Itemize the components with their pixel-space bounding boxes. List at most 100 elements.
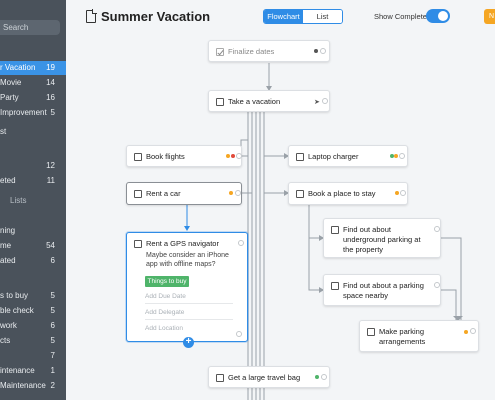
- node-rent-a-car[interactable]: Rent a car: [126, 182, 242, 205]
- checkbox[interactable]: [296, 153, 304, 161]
- checkbox[interactable]: [134, 190, 142, 198]
- connect-handle[interactable]: [238, 240, 244, 246]
- connector-line: [240, 139, 248, 156]
- sidebar-item-count: 7: [50, 351, 55, 360]
- checkbox[interactable]: [134, 153, 142, 161]
- add-due-date-field[interactable]: Add Due Date: [145, 291, 233, 304]
- sidebar-item-completed[interactable]: eted 11: [0, 174, 66, 188]
- node-label: Finalize dates: [228, 47, 275, 56]
- sidebar-item-label: intenance: [0, 366, 35, 375]
- checkbox[interactable]: [216, 48, 224, 56]
- sidebar-item-label: ated: [0, 256, 16, 265]
- sidebar-item-label: Improvement: [0, 108, 47, 117]
- sidebar-item-maintenance[interactable]: intenance 1: [0, 364, 66, 378]
- sidebar-item-movie[interactable]: Movie 14: [0, 76, 66, 90]
- sidebar-item-label: r Vacation: [0, 63, 36, 72]
- sidebar-item-summer-vacation[interactable]: r Vacation 19: [0, 61, 66, 75]
- node-laptop-charger[interactable]: Laptop charger: [288, 145, 408, 167]
- node-label: Rent a GPS navigator: [146, 239, 219, 248]
- connect-handle[interactable]: [320, 48, 326, 54]
- checkbox[interactable]: [331, 282, 339, 290]
- sidebar-item-count: 54: [46, 241, 55, 250]
- tag-things-to-buy[interactable]: Things to buy: [145, 276, 189, 287]
- node-label: Take a vacation: [228, 97, 281, 106]
- sidebar-item-work[interactable]: work 6: [0, 319, 66, 333]
- priority-dot: [395, 191, 399, 195]
- priority-dot: [229, 191, 233, 195]
- search-input[interactable]: Search: [0, 20, 60, 35]
- connector-line: [308, 238, 321, 291]
- node-underground-parking[interactable]: Find out about underground parking at th…: [323, 218, 441, 258]
- connect-handle[interactable]: [399, 153, 405, 159]
- node-rent-a-gps-navigator[interactable]: Rent a GPS navigator Maybe consider an i…: [126, 232, 248, 348]
- connector-line: [441, 237, 462, 320]
- sidebar-item-label: cts: [0, 336, 11, 345]
- connector-line: [308, 205, 321, 239]
- sidebar-item-count: 19: [46, 63, 55, 72]
- add-delegate-field[interactable]: Add Delegate: [145, 307, 233, 320]
- sidebar-item-home[interactable]: me 54: [0, 239, 66, 253]
- priority-dot: [394, 154, 398, 158]
- sidebar-item-label: st: [0, 127, 7, 136]
- node-book-flights[interactable]: Book flights: [126, 145, 242, 167]
- node-get-a-large-travel-bag[interactable]: Get a large travel bag: [208, 366, 330, 388]
- sidebar-section-lists: Lists: [0, 194, 66, 208]
- sidebar-item-party[interactable]: Party 16: [0, 91, 66, 105]
- node-label: Get a large travel bag: [228, 373, 301, 382]
- checkbox[interactable]: [216, 98, 224, 106]
- search-placeholder: Search: [3, 23, 29, 32]
- connect-handle[interactable]: [434, 226, 440, 232]
- sidebar-item-planning[interactable]: ning: [0, 224, 66, 238]
- sidebar-item-car-maintenance[interactable]: Maintenance 2: [0, 379, 66, 393]
- sidebar-item-delegated[interactable]: ated 6: [0, 254, 66, 268]
- resize-handle[interactable]: [236, 331, 242, 337]
- sidebar-item-label: Party: [0, 93, 19, 102]
- sidebar-item-count: 5: [50, 336, 55, 345]
- sidebar-item-double-check[interactable]: ble check 5: [0, 304, 66, 318]
- sidebar-item-label: Maintenance: [0, 381, 46, 390]
- sidebar-item-count: 14: [46, 78, 55, 87]
- sidebar-item-all[interactable]: 12: [0, 159, 66, 173]
- checkbox[interactable]: [367, 328, 375, 336]
- sidebar-item-label: work: [0, 321, 17, 330]
- node-make-parking-arrangements[interactable]: Make parking arrangements: [359, 320, 479, 352]
- location-arrow-icon: ➤: [314, 99, 320, 106]
- node-take-a-vacation[interactable]: Take a vacation ➤: [208, 90, 330, 112]
- connect-handle[interactable]: [322, 98, 328, 104]
- checkbox[interactable]: [331, 226, 339, 234]
- sidebar-item-list[interactable]: st: [0, 125, 66, 139]
- connect-handle[interactable]: [321, 374, 327, 380]
- priority-dot: [464, 330, 468, 334]
- sidebar-item-count: 5: [50, 108, 55, 117]
- checkbox[interactable]: [216, 374, 224, 382]
- checkbox[interactable]: [296, 190, 304, 198]
- add-subtask-icon[interactable]: +: [183, 337, 194, 348]
- sidebar-item-count: 1: [50, 366, 55, 375]
- connect-handle[interactable]: [470, 328, 476, 334]
- node-note[interactable]: Maybe consider an iPhone app with offlin…: [146, 251, 242, 269]
- node-finalize-dates[interactable]: Finalize dates: [208, 40, 330, 62]
- connect-handle[interactable]: [434, 282, 440, 288]
- node-label: Rent a car: [146, 189, 181, 198]
- node-book-a-place-to-stay[interactable]: Book a place to stay: [288, 182, 408, 205]
- flowchart-canvas[interactable]: Summer Vacation Flowchart List Show Comp…: [66, 0, 495, 400]
- sidebar-item-label: ble check: [0, 306, 34, 315]
- add-location-field[interactable]: Add Location: [145, 323, 233, 336]
- connect-handle[interactable]: [400, 190, 406, 196]
- sidebar-item-count: 2: [50, 381, 55, 390]
- sidebar-item-misc[interactable]: 7: [0, 349, 66, 363]
- person-icon: [314, 49, 318, 53]
- node-label: Laptop charger: [308, 152, 359, 161]
- sidebar-item-label: eted: [0, 176, 16, 185]
- sidebar-item-projects[interactable]: cts 5: [0, 334, 66, 348]
- sidebar-item-improvement[interactable]: Improvement 5: [0, 106, 66, 120]
- connector-line: [441, 289, 457, 320]
- node-parking-nearby[interactable]: Find out about a parking space nearby: [323, 274, 441, 306]
- connect-handle[interactable]: [235, 190, 241, 196]
- sidebar-item-things-to-buy[interactable]: s to buy 5: [0, 289, 66, 303]
- sidebar-item-count: 5: [50, 291, 55, 300]
- checkbox[interactable]: [134, 240, 142, 248]
- node-label: Find out about a parking space nearby: [343, 281, 424, 300]
- connect-handle[interactable]: [236, 153, 242, 159]
- sidebar-item-count: 6: [50, 321, 55, 330]
